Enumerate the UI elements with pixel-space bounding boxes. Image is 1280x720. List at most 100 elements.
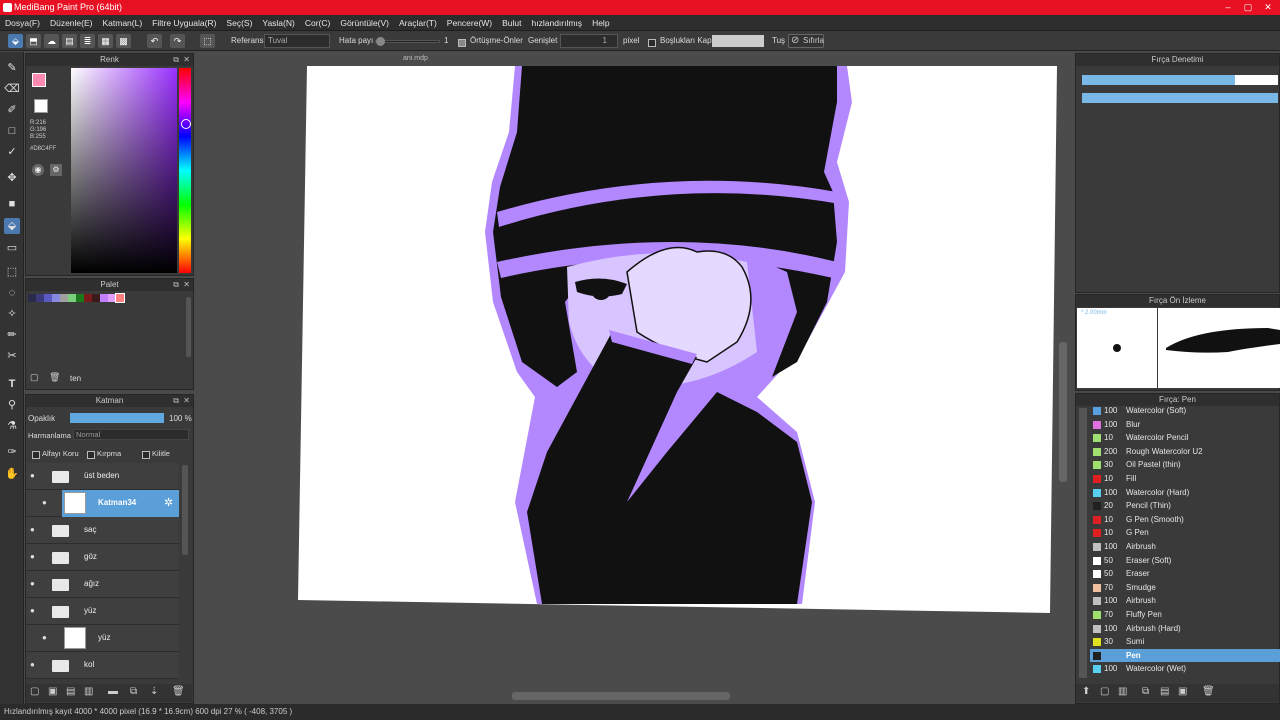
magic-wand-icon[interactable]: ✧: [4, 306, 20, 322]
menu-snap[interactable]: Yasla(N): [257, 15, 299, 31]
hue-slider-knob[interactable]: [181, 119, 191, 129]
undo-icon[interactable]: ↶: [147, 34, 162, 48]
layer-row[interactable]: ● ağız: [26, 571, 179, 598]
lasso-tool-icon[interactable]: ◌: [4, 285, 20, 301]
gradient-tool-icon[interactable]: ▭: [4, 240, 20, 256]
brush-item[interactable]: 100 Airbrush (Hard): [1090, 622, 1280, 636]
menu-view[interactable]: Görüntüle(V): [335, 15, 394, 31]
new-folder-icon[interactable]: ▬: [108, 686, 118, 697]
secondary-color-swatch[interactable]: [34, 99, 48, 113]
visibility-icon[interactable]: ●: [42, 634, 50, 642]
brush-item-selected[interactable]: Pen: [1090, 648, 1280, 663]
close-button[interactable]: ✕: [1258, 0, 1278, 15]
close-icon[interactable]: ✕: [183, 395, 190, 407]
clip-checkbox[interactable]: [87, 449, 95, 459]
gear-icon[interactable]: ✲: [164, 496, 173, 509]
brush-item[interactable]: 70 Fluffy Pen: [1090, 608, 1280, 622]
visibility-icon[interactable]: ●: [30, 472, 38, 480]
select-pen-icon[interactable]: ✏: [4, 327, 20, 343]
fill-cloud-icon[interactable]: ☁: [44, 34, 59, 48]
brush-opacity-slider[interactable]: [1082, 93, 1278, 103]
brush-item[interactable]: 100 Watercolor (Soft): [1090, 404, 1280, 418]
genislet-input[interactable]: 1: [560, 34, 618, 48]
visibility-icon[interactable]: ●: [30, 526, 38, 534]
dot-tool-icon[interactable]: ✐: [4, 102, 20, 118]
reset-button[interactable]: ⊘ Sıfırla: [788, 34, 824, 48]
maximize-button[interactable]: ▢: [1238, 0, 1258, 15]
operation-tool-icon[interactable]: ⚲: [4, 397, 20, 413]
divide-tool-icon[interactable]: ✑: [4, 444, 20, 460]
hata-slider[interactable]: [375, 37, 440, 46]
fill-grid-icon[interactable]: ▩: [116, 34, 131, 48]
minimize-button[interactable]: –: [1218, 0, 1238, 15]
primary-color-swatch[interactable]: [32, 73, 46, 87]
palette-swatch[interactable]: [115, 293, 125, 303]
brush-item[interactable]: 100 Watercolor (Wet): [1090, 662, 1280, 676]
brush-item[interactable]: 30 Oil Pastel (thin): [1090, 458, 1280, 472]
color-wheel-icon[interactable]: ◉: [32, 164, 44, 176]
palette-swatch[interactable]: [52, 294, 60, 302]
select-eraser-icon[interactable]: ✂: [4, 348, 20, 364]
eraser-tool-icon[interactable]: ⌫: [4, 81, 20, 97]
new-halftone-layer-icon[interactable]: ▣: [48, 686, 57, 697]
hand-tool-icon[interactable]: ✋: [4, 466, 20, 482]
menu-window[interactable]: Pencere(W): [442, 15, 497, 31]
fill-layer-icon[interactable]: ≣: [80, 34, 95, 48]
menu-speed[interactable]: hızlandırılmış: [527, 15, 588, 31]
line-tool-icon[interactable]: ✓: [4, 144, 20, 160]
shape-tool-icon[interactable]: □: [4, 123, 20, 139]
menu-tools[interactable]: Araçlar(T): [394, 15, 442, 31]
redo-icon[interactable]: ↷: [170, 34, 185, 48]
canvas-area[interactable]: ani.mdp: [197, 52, 1073, 704]
brush-item[interactable]: 10 G Pen: [1090, 526, 1280, 540]
alpha-checkbox[interactable]: [32, 449, 40, 459]
palette-swatch[interactable]: [36, 294, 44, 302]
brush-size-slider[interactable]: [1082, 75, 1278, 85]
brush-item[interactable]: 50 Eraser: [1090, 567, 1280, 581]
add-brush-icon[interactable]: ▢: [1100, 686, 1109, 697]
layer-row[interactable]: ● yüz: [26, 598, 179, 625]
palette-swatch[interactable]: [108, 294, 116, 302]
brush-item[interactable]: 50 Eraser (Soft): [1090, 554, 1280, 568]
fill-rect-tool-icon[interactable]: ■: [4, 196, 20, 212]
move-tool-icon[interactable]: ✥: [4, 170, 20, 186]
fill-mode-icon[interactable]: ⬒: [26, 34, 41, 48]
delete-layer-icon[interactable]: 🗑: [172, 686, 185, 697]
brush-item[interactable]: 100 Airbrush: [1090, 540, 1280, 554]
menu-select[interactable]: Seç(S): [221, 15, 257, 31]
brush-item[interactable]: 10 Fill: [1090, 472, 1280, 486]
merge-layer-icon[interactable]: ⇣: [150, 686, 158, 697]
color-saturation-field[interactable]: [71, 68, 177, 273]
palette-swatch[interactable]: [28, 294, 36, 302]
brush-item[interactable]: 20 Pencil (Thin): [1090, 499, 1280, 513]
palette-swatch[interactable]: [100, 294, 108, 302]
layer-add-menu-icon[interactable]: ▥: [84, 686, 93, 697]
menu-color[interactable]: Cor(C): [300, 15, 336, 31]
delete-palette-icon[interactable]: 🗑: [49, 372, 60, 383]
visibility-icon[interactable]: ●: [30, 580, 38, 588]
close-icon[interactable]: ✕: [183, 279, 190, 291]
brush-item[interactable]: 100 Watercolor (Hard): [1090, 486, 1280, 500]
vertical-scrollbar[interactable]: [1059, 342, 1067, 482]
menu-help[interactable]: Help: [587, 15, 614, 31]
bosluk-slider[interactable]: [712, 35, 764, 47]
hata-slider-knob[interactable]: [376, 37, 385, 46]
palette-scrollbar[interactable]: [186, 297, 191, 357]
visibility-icon[interactable]: ●: [42, 499, 50, 507]
cloud-brush-icon[interactable]: ⬆: [1082, 686, 1090, 697]
palette-swatch[interactable]: [44, 294, 52, 302]
visibility-icon[interactable]: ●: [30, 607, 38, 615]
canvas-svg[interactable]: [197, 52, 1073, 704]
menu-filter[interactable]: Filtre Uyguala(R): [147, 15, 221, 31]
fill-tone-icon[interactable]: ▤: [62, 34, 77, 48]
text-tool-icon[interactable]: T: [4, 376, 20, 392]
menu-cloud[interactable]: Bulut: [497, 15, 526, 31]
brush-item[interactable]: 200 Rough Watercolor U2: [1090, 445, 1280, 459]
layer-row[interactable]: ● göz: [26, 544, 179, 571]
new-8bit-layer-icon[interactable]: ▤: [66, 686, 75, 697]
brush-settings-icon[interactable]: ▤: [1160, 686, 1169, 697]
brush-item[interactable]: 10 Watercolor Pencil: [1090, 431, 1280, 445]
palette-swatch[interactable]: [84, 294, 92, 302]
opacity-slider[interactable]: [70, 413, 164, 423]
horizontal-scrollbar[interactable]: [512, 692, 730, 700]
